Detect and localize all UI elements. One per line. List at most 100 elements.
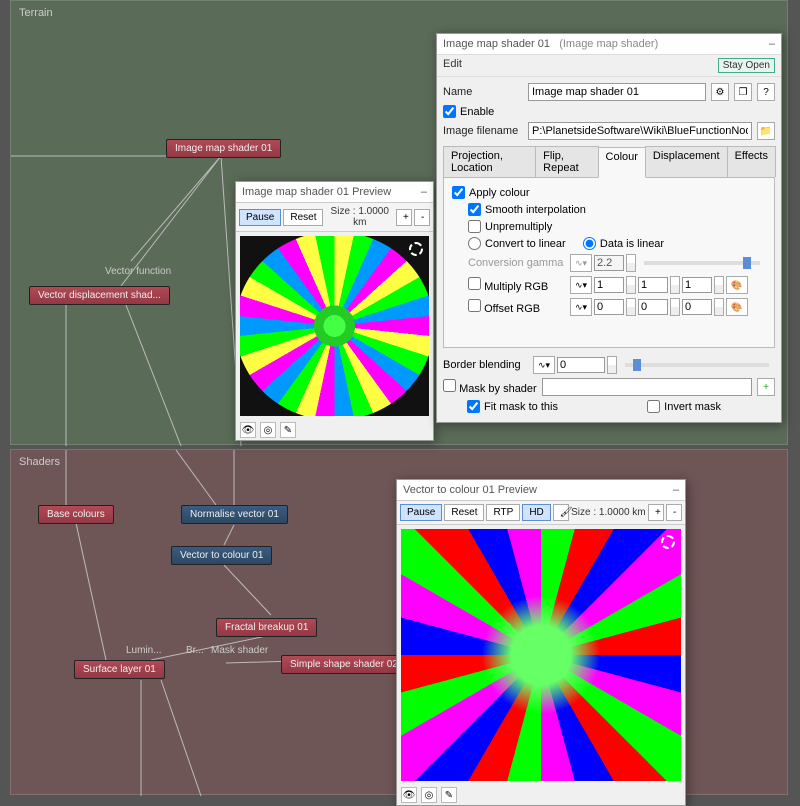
offset-g-input[interactable] — [638, 299, 668, 315]
offset-b-input[interactable] — [682, 299, 712, 315]
border-spinner[interactable] — [607, 356, 617, 374]
props-tabs: Projection, Location Flip, Repeat Colour… — [443, 146, 775, 178]
name-input[interactable] — [528, 83, 706, 101]
name-label: Name — [443, 86, 523, 98]
offset-rgb-checkbox[interactable] — [468, 299, 481, 312]
filename-input[interactable] — [528, 122, 752, 140]
fit-mask-checkbox[interactable] — [467, 400, 480, 413]
tab-projection[interactable]: Projection, Location — [443, 146, 536, 177]
convert-linear-radio[interactable] — [468, 237, 481, 250]
properties-dialog[interactable]: Image map shader 01 (Image map shader) –… — [436, 33, 782, 423]
label-mask-shader: Mask shader — [211, 645, 268, 656]
preview1-size-label: Size : 1.0000 km — [325, 206, 394, 228]
mask-shader-input[interactable] — [542, 378, 752, 396]
apply-colour-label: Apply colour — [469, 187, 530, 199]
node-vector-to-colour[interactable]: Vector to colour 01 — [171, 546, 272, 565]
node-surface-layer[interactable]: Surface layer 01 — [74, 660, 165, 679]
preview1-reset-button[interactable]: Reset — [283, 209, 323, 226]
minimize-icon[interactable]: – — [769, 38, 775, 50]
preview2-size-label: Size : 1.0000 km — [571, 507, 646, 518]
gamma-slider — [644, 261, 760, 265]
help-icon[interactable]: ? — [757, 83, 775, 101]
invert-mask-checkbox[interactable] — [647, 400, 660, 413]
preview2-plus-button[interactable]: + — [648, 504, 664, 521]
data-linear-radio[interactable] — [583, 237, 596, 250]
node-simple-shape[interactable]: Simple shape shader 02 — [281, 655, 407, 674]
preview2-title: Vector to colour 01 Preview — [403, 484, 537, 496]
props-node-name: Image map shader 01 — [443, 38, 550, 50]
unpremultiply-checkbox[interactable] — [468, 220, 481, 233]
offset-r-input[interactable] — [594, 299, 624, 315]
props-titlebar[interactable]: Image map shader 01 (Image map shader) – — [437, 34, 781, 55]
folder-icon[interactable]: 📁 — [757, 122, 775, 140]
minimize-icon[interactable]: – — [421, 186, 427, 198]
label-lumin: Lumin... — [126, 645, 162, 656]
window-icon[interactable]: ❐ — [734, 83, 752, 101]
preview1-minus-button[interactable]: - — [414, 209, 430, 226]
curve-icon[interactable]: ✎ — [280, 422, 296, 438]
preview-window-2[interactable]: Vector to colour 01 Preview – Pause Rese… — [396, 479, 686, 806]
tab-effects[interactable]: Effects — [727, 146, 776, 177]
target-icon[interactable]: ◎ — [421, 787, 437, 803]
preview1-image — [240, 236, 429, 416]
colour-picker-icon[interactable]: 🎨 — [726, 298, 748, 316]
border-slider[interactable] — [625, 363, 769, 367]
eye-icon[interactable]: 👁 — [240, 422, 256, 438]
curve-icon[interactable]: ∿▾ — [533, 356, 555, 374]
preview1-title: Image map shader 01 Preview — [242, 186, 391, 198]
preview1-titlebar[interactable]: Image map shader 01 Preview – — [236, 182, 433, 203]
curve-icon[interactable]: ∿▾ — [570, 276, 592, 294]
multiply-rgb-checkbox[interactable] — [468, 277, 481, 290]
preview1-pause-button[interactable]: Pause — [239, 209, 281, 226]
multiply-r-input[interactable] — [594, 277, 624, 293]
curve-icon[interactable]: ∿▾ — [570, 298, 592, 316]
filename-label: Image filename — [443, 125, 523, 137]
brush-icon[interactable]: 🖌 — [553, 504, 569, 521]
apply-colour-checkbox[interactable] — [452, 186, 465, 199]
tab-flip-repeat[interactable]: Flip, Repeat — [535, 146, 598, 177]
preview2-rtp-button[interactable]: RTP — [486, 504, 520, 521]
border-blending-label: Border blending — [443, 359, 531, 371]
eye-icon[interactable]: 👁 — [401, 787, 417, 803]
label-br: Br... — [186, 645, 204, 656]
preview2-hd-button[interactable]: HD — [522, 504, 550, 521]
minimize-icon[interactable]: – — [673, 484, 679, 496]
panel-title-terrain: Terrain — [11, 1, 787, 25]
preview1-plus-button[interactable]: + — [396, 209, 412, 226]
node-fractal-breakup[interactable]: Fractal breakup 01 — [216, 618, 317, 637]
compass-icon[interactable] — [409, 242, 423, 256]
border-blending-input[interactable] — [557, 357, 605, 373]
tab-pane-colour: Apply colour Smooth interpolation Unprem… — [443, 178, 775, 348]
smooth-interp-checkbox[interactable] — [468, 203, 481, 216]
props-node-type: (Image map shader) — [559, 38, 658, 50]
preview2-image — [401, 529, 681, 781]
tab-displacement[interactable]: Displacement — [645, 146, 728, 177]
multiply-b-input[interactable] — [682, 277, 712, 293]
node-normalise-vector[interactable]: Normalise vector 01 — [181, 505, 288, 524]
preview2-pause-button[interactable]: Pause — [400, 504, 442, 521]
node-vector-displacement[interactable]: Vector displacement shad... — [29, 286, 170, 305]
preview2-titlebar[interactable]: Vector to colour 01 Preview – — [397, 480, 685, 501]
preview2-minus-button[interactable]: - — [666, 504, 682, 521]
edit-menu[interactable]: Edit — [443, 58, 462, 73]
mask-by-shader-checkbox[interactable] — [443, 379, 456, 392]
add-icon[interactable]: + — [757, 378, 775, 396]
enable-checkbox[interactable] — [443, 105, 456, 118]
gear-icon[interactable]: ⚙ — [711, 83, 729, 101]
compass-icon[interactable] — [661, 535, 675, 549]
label-vector-function: Vector function — [105, 266, 171, 277]
curve-icon[interactable]: ✎ — [441, 787, 457, 803]
colour-picker-icon[interactable]: 🎨 — [726, 276, 748, 294]
preview2-reset-button[interactable]: Reset — [444, 504, 484, 521]
stay-open-button[interactable]: Stay Open — [718, 58, 775, 73]
node-base-colours[interactable]: Base colours — [38, 505, 114, 524]
enable-label: Enable — [460, 106, 494, 118]
target-icon[interactable]: ◎ — [260, 422, 276, 438]
tab-colour[interactable]: Colour — [598, 147, 646, 178]
multiply-g-input[interactable] — [638, 277, 668, 293]
node-image-map-shader[interactable]: Image map shader 01 — [166, 139, 281, 158]
gamma-input — [594, 255, 624, 271]
preview-window-1[interactable]: Image map shader 01 Preview – Pause Rese… — [235, 181, 434, 441]
panel-title-shaders: Shaders — [11, 450, 787, 474]
curve-icon: ∿▾ — [570, 254, 592, 272]
